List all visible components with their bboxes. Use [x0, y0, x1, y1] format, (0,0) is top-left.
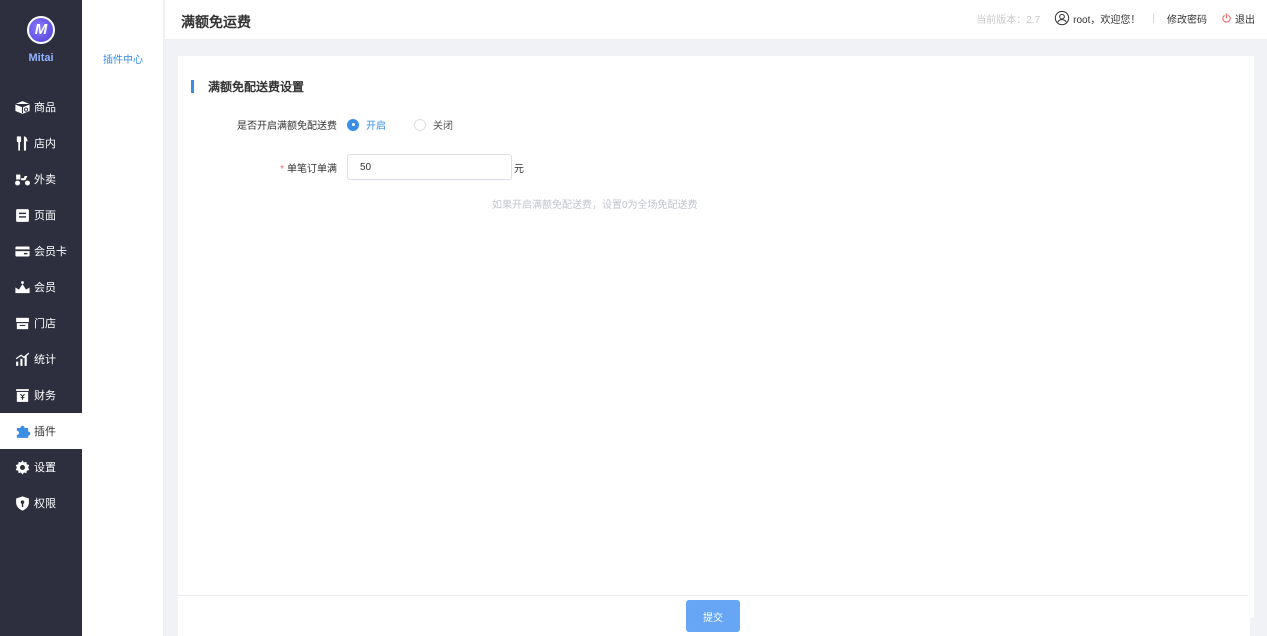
logout-label: 退出	[1235, 14, 1255, 26]
logout-button[interactable]: 退出	[1221, 11, 1255, 26]
required-mark: *	[280, 163, 284, 175]
sidebar-item-label: 会员	[34, 282, 56, 294]
header-actions: 当前版本：2.7 root，欢迎您！ | 修改密码 退出	[976, 10, 1255, 26]
sidebar-item-pages[interactable]: 页面	[0, 197, 82, 233]
sidebar-item-label: 门店	[34, 318, 56, 330]
scroll-corner	[1250, 618, 1267, 636]
section-title: 满额免配送费设置	[191, 80, 305, 94]
sidebar-item-permissions[interactable]: 权限	[0, 485, 82, 521]
section-title-bar	[191, 80, 194, 93]
sidebar-item-label: 会员卡	[34, 246, 67, 258]
sidebar-item-label: 插件	[34, 426, 56, 438]
delivery-icon	[13, 170, 31, 188]
header-separator: |	[1152, 12, 1155, 24]
sidebar-item-label: 外卖	[34, 174, 56, 186]
radio-dot	[414, 118, 426, 131]
sidebar-item-plugins[interactable]: 插件	[0, 413, 82, 449]
subnav-item-plugin-center[interactable]: 插件中心	[82, 51, 164, 66]
radio-disable-label: 关闭	[433, 121, 453, 132]
sidebar-item-goods[interactable]: 商品	[0, 89, 82, 125]
card-icon	[13, 242, 31, 260]
sidebar-nav: 商品 店内 外卖 页面 会员卡 会员 门店 统计 财务 插件 设置 权限	[0, 89, 82, 521]
utensils-icon	[13, 134, 31, 152]
user-icon	[1054, 10, 1070, 26]
sidebar-item-label: 商品	[34, 102, 56, 114]
version-label: 当前版本：2.7	[976, 14, 1041, 26]
main-sidebar: M Mitai 商品 店内 外卖 页面 会员卡 会员 门店 统计 财务 插件 设…	[0, 0, 82, 636]
sidebar-item-members[interactable]: 会员	[0, 269, 82, 305]
finance-icon	[13, 386, 31, 404]
sidebar-item-label: 店内	[34, 138, 56, 150]
logo-mark: M	[27, 16, 55, 44]
radio-disable[interactable]: 关闭	[414, 117, 453, 132]
threshold-unit: 元	[514, 163, 524, 175]
change-password-link[interactable]: 修改密码	[1167, 11, 1207, 26]
puzzle-icon	[13, 422, 31, 440]
brand-logo[interactable]: M Mitai	[0, 16, 82, 64]
sidebar-item-stores[interactable]: 门店	[0, 305, 82, 341]
power-icon	[1222, 12, 1231, 23]
sidebar-item-stats[interactable]: 统计	[0, 341, 82, 377]
page-title: 满额免运费	[181, 14, 251, 30]
toggle-label: 是否开启满额免配送费	[237, 121, 337, 132]
shield-icon	[13, 494, 31, 512]
sidebar-item-label: 权限	[34, 498, 56, 510]
toggle-row: 是否开启满额免配送费 开启 关闭	[178, 117, 481, 132]
footer-divider	[178, 595, 1248, 596]
sidebar-item-label: 设置	[34, 462, 56, 474]
radio-enable[interactable]: 开启	[347, 117, 386, 132]
store-icon	[13, 314, 31, 332]
top-header: 满额免运费 当前版本：2.7 root，欢迎您！ | 修改密码 退出	[165, 0, 1267, 40]
gear-icon	[13, 458, 31, 476]
sidebar-item-label: 统计	[34, 354, 56, 366]
brand-name: Mitai	[28, 52, 54, 64]
submit-button[interactable]: 提交	[686, 600, 740, 632]
sidebar-item-settings[interactable]: 设置	[0, 449, 82, 485]
page-icon	[13, 206, 31, 224]
goods-icon	[13, 98, 31, 116]
form-hint: 如果开启满额免配送费，设置0为全场免配送费	[492, 200, 698, 211]
sidebar-item-delivery[interactable]: 外卖	[0, 161, 82, 197]
radio-dot	[347, 118, 359, 131]
threshold-row: *单笔订单满 元	[178, 154, 524, 180]
threshold-label: * 单笔订单满	[178, 160, 347, 175]
chart-icon	[13, 350, 31, 368]
user-menu[interactable]: root，欢迎您！	[1054, 10, 1140, 26]
sidebar-item-label: 页面	[34, 210, 56, 222]
sidebar-item-dine-in[interactable]: 店内	[0, 125, 82, 161]
threshold-label-text: 单笔订单满	[287, 163, 337, 175]
sidebar-item-member-card[interactable]: 会员卡	[0, 233, 82, 269]
crown-icon	[13, 278, 31, 296]
sidebar-item-finance[interactable]: 财务	[0, 377, 82, 413]
settings-card: 满额免配送费设置 是否开启满额免配送费 开启 关闭 *单笔订单满 元 如果开启满…	[178, 56, 1254, 636]
sub-sidebar: 插件中心	[82, 0, 164, 636]
user-greeting: root，欢迎您！	[1073, 14, 1141, 26]
sidebar-item-label: 财务	[34, 390, 56, 402]
threshold-input[interactable]	[347, 154, 512, 180]
radio-enable-label: 开启	[366, 121, 386, 132]
section-title-text: 满额免配送费设置	[208, 80, 305, 94]
